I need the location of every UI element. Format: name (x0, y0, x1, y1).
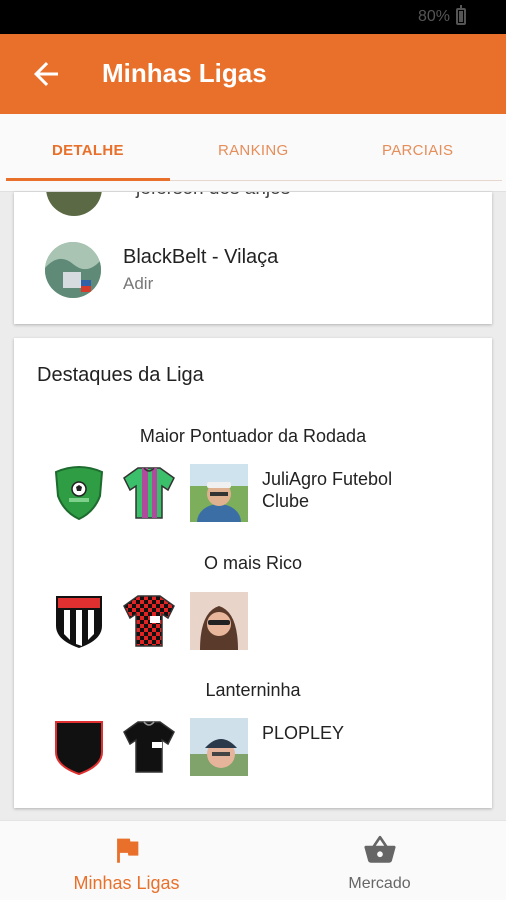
user-photo-icon[interactable] (190, 592, 248, 650)
battery-icon (456, 5, 466, 25)
team-crest-icon[interactable] (50, 718, 108, 776)
team-photo-icon (45, 242, 101, 298)
member-owner-name: Adir (123, 274, 154, 293)
user-photo-icon[interactable] (190, 464, 248, 540)
tab-detalhe[interactable]: DETALHE (52, 142, 124, 159)
status-bar: 80% (0, 0, 506, 34)
flag-icon (117, 838, 139, 863)
team-crest-icon[interactable] (50, 592, 108, 650)
user-photo-icon[interactable] (190, 718, 248, 776)
tab-indicator (6, 178, 170, 181)
app-bar: Minhas Ligas (0, 34, 506, 114)
tab-ranking[interactable]: RANKING (218, 142, 288, 159)
highlight-label: Lanterninha (205, 680, 301, 700)
jersey-icon[interactable] (120, 592, 178, 650)
jersey-icon[interactable] (120, 464, 178, 522)
member-team-name[interactable]: BlackBelt - Vilaça (123, 246, 278, 269)
highlight-team-name[interactable]: PLOPLEY (262, 722, 442, 744)
bottom-navigation: Minhas Ligas Mercado (0, 820, 506, 900)
member-avatar[interactable] (45, 242, 101, 298)
tab-bar: DETALHE RANKING PARCIAIS (0, 114, 506, 192)
tab-parciais[interactable]: PARCIAIS (382, 142, 453, 159)
highlight-label: O mais Rico (203, 553, 302, 573)
nav-mercado[interactable]: Mercado (253, 821, 506, 900)
battery-percent: 80% (417, 8, 450, 25)
basket-icon (364, 835, 396, 863)
nav-label: Mercado (348, 875, 411, 892)
highlights-card: Destaques da Liga Maior Pontuador da Rod… (14, 338, 492, 808)
nav-minhas-ligas[interactable]: Minhas Ligas (0, 821, 253, 900)
arrow-back-icon (34, 62, 58, 86)
nav-label: Minhas Ligas (73, 873, 180, 893)
team-crest-icon[interactable] (50, 464, 108, 522)
page-title: Minhas Ligas (102, 58, 267, 88)
section-title: Destaques da Liga (37, 364, 204, 386)
member-avatar[interactable] (46, 192, 102, 216)
tab-divider (170, 180, 502, 181)
members-card: jeferson dos anjos BlackBelt - Vilaça Ad… (14, 192, 492, 324)
member-name[interactable]: jeferson dos anjos (136, 192, 290, 200)
highlight-label: Maior Pontuador da Rodada (139, 426, 367, 446)
back-button[interactable] (28, 56, 64, 92)
jersey-icon[interactable] (120, 718, 178, 776)
highlight-team-name[interactable]: JuliAgro Futebol Clube (262, 468, 442, 512)
